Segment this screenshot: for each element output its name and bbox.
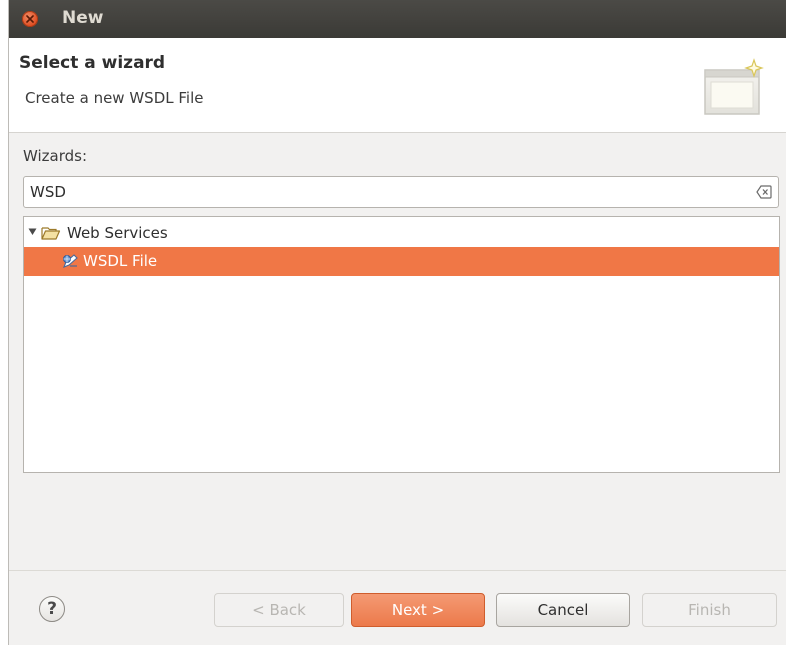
- new-wizard-dialog: New Select a wizard Create a new WSDL Fi…: [8, 0, 786, 645]
- title-bar[interactable]: New: [9, 0, 786, 38]
- expander-triangle-icon[interactable]: [28, 227, 37, 236]
- close-button[interactable]: [22, 11, 38, 27]
- tree-item-web-services[interactable]: Web Services: [24, 219, 779, 248]
- tree-item-label: Web Services: [67, 224, 168, 242]
- page-title: Select a wizard: [19, 53, 166, 73]
- wizard-header: Select a wizard Create a new WSDL File: [9, 38, 786, 133]
- folder-open-icon: [41, 227, 61, 240]
- back-button[interactable]: < Back: [214, 593, 344, 627]
- wsdl-file-icon: [63, 254, 78, 268]
- new-wizard-banner-icon: [704, 58, 764, 115]
- finish-button[interactable]: Finish: [642, 593, 777, 627]
- help-button[interactable]: ?: [39, 596, 65, 622]
- cancel-button[interactable]: Cancel: [496, 593, 630, 627]
- next-button[interactable]: Next >: [351, 593, 485, 627]
- wizard-filter-field[interactable]: [23, 176, 779, 208]
- wizard-filter-input[interactable]: [30, 181, 730, 203]
- page-description: Create a new WSDL File: [25, 89, 204, 107]
- wizards-label: Wizards:: [23, 147, 88, 165]
- tree-item-label: WSDL File: [83, 252, 158, 270]
- clear-text-icon[interactable]: [756, 185, 772, 199]
- tree-item-wsdl-file[interactable]: WSDL File: [24, 247, 779, 276]
- wizard-tree[interactable]: Web Services WSDL File: [23, 216, 780, 473]
- close-icon: [26, 15, 34, 23]
- window-title: New: [62, 8, 104, 28]
- footer-divider: [9, 570, 786, 571]
